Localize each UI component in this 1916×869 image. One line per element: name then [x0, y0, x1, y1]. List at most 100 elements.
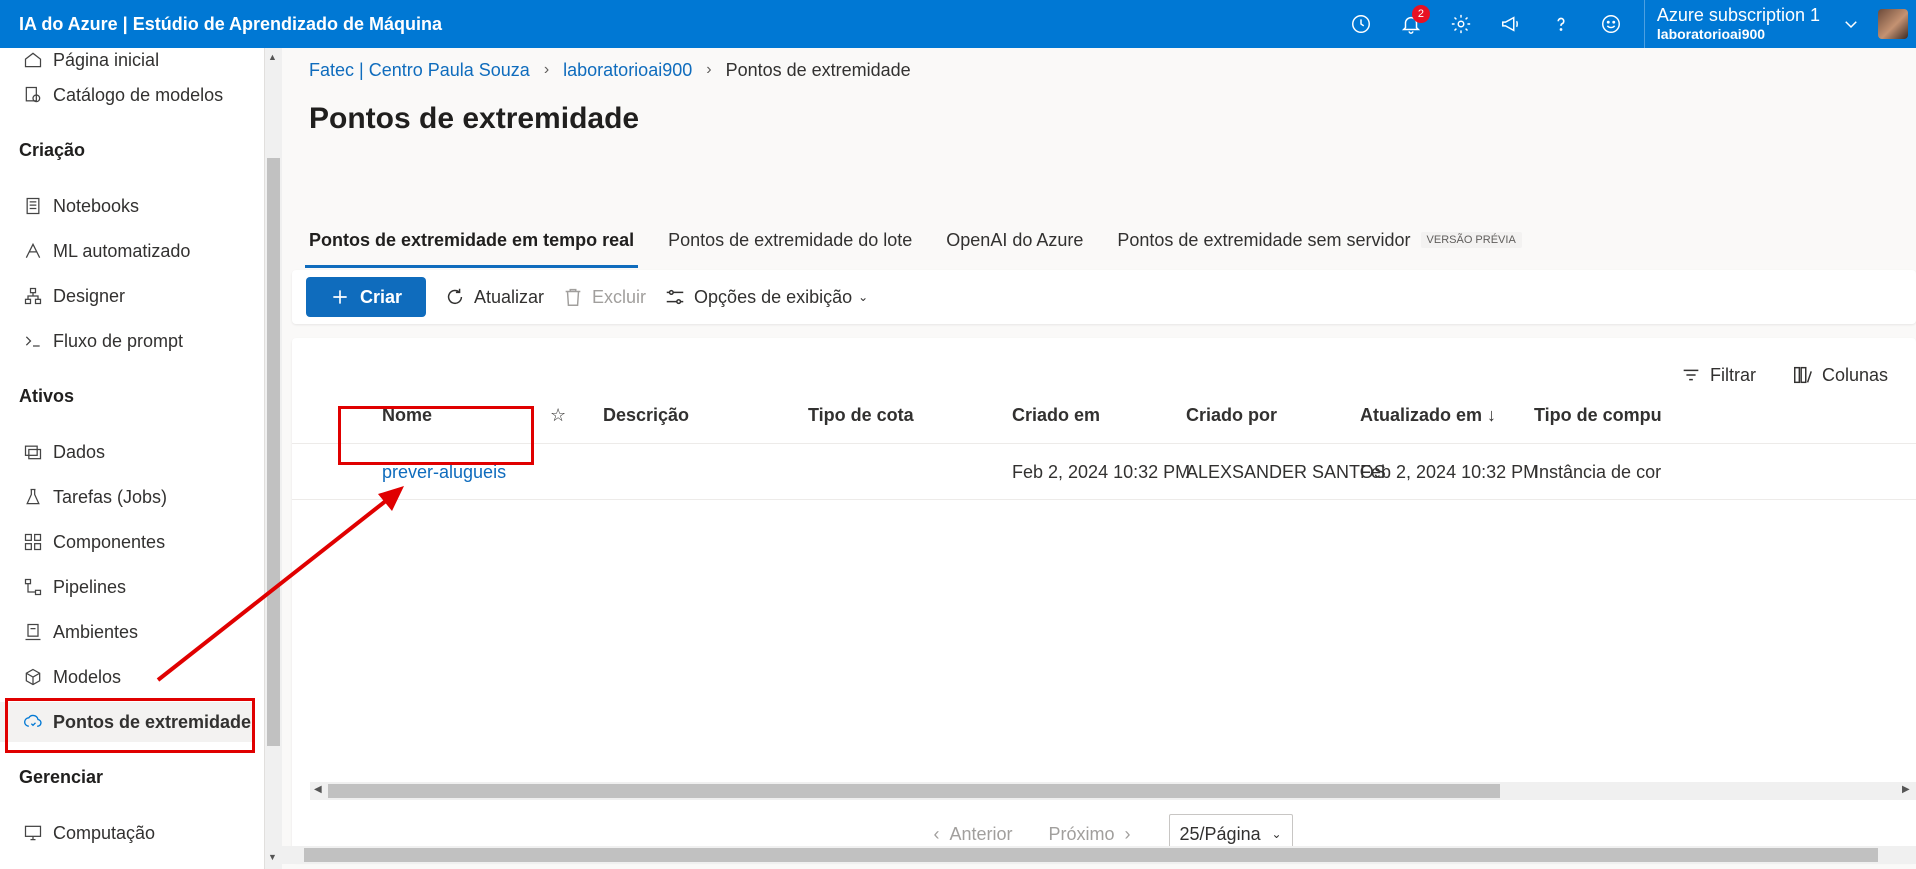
data-icon: [20, 441, 46, 463]
column-header-description[interactable]: Descrição: [603, 388, 689, 443]
breadcrumb-org[interactable]: Fatec | Centro Paula Souza: [309, 60, 530, 81]
sidebar-item-pipelines[interactable]: Pipelines: [0, 567, 255, 607]
sidebar-item-label: Dados: [53, 441, 106, 462]
account-switcher[interactable]: Azure subscription 1 laboratorioai900: [1643, 0, 1834, 48]
sidebar-item-components[interactable]: Componentes: [0, 522, 255, 562]
refresh-icon: [447, 288, 463, 305]
tab-realtime[interactable]: Pontos de extremidade em tempo real: [304, 218, 639, 268]
column-header-updated-on[interactable]: Atualizado em ↓: [1360, 388, 1496, 443]
chevron-right-icon: ›: [1124, 823, 1131, 844]
top-bar: IA do Azure | Estúdio de Aprendizado de …: [0, 0, 1916, 48]
delete-button[interactable]: Excluir: [562, 277, 646, 317]
tab-label: Pontos de extremidade sem servidor: [1117, 230, 1411, 250]
create-button[interactable]: Criar: [306, 277, 426, 317]
columns-icon: [1793, 366, 1812, 384]
sidebar-item-prompt-flow[interactable]: Fluxo de prompt: [0, 321, 255, 361]
previous-label: Anterior: [949, 823, 1013, 844]
view-options-label: Opções de exibição: [694, 286, 853, 307]
tab-serverless[interactable]: Pontos de extremidade sem servidor VERSÃO…: [1117, 218, 1522, 268]
tab-azure-openai[interactable]: OpenAI do Azure: [946, 218, 1083, 268]
trash-icon: [565, 288, 581, 306]
breadcrumb-current: Pontos de extremidade: [725, 59, 911, 80]
refresh-button[interactable]: Atualizar: [444, 277, 544, 317]
section-create: Criação: [19, 140, 86, 160]
sidebar-item-model-catalog[interactable]: Catálogo de modelos: [0, 75, 255, 115]
feedback-icon[interactable]: [1486, 0, 1536, 48]
settings-icon[interactable]: [1436, 0, 1486, 48]
flask-icon: [20, 486, 46, 508]
toolbar: Criar Atualizar Excluir Opções de exibiç…: [292, 270, 1916, 324]
help-icon[interactable]: [1536, 0, 1586, 48]
table-header: Nome ☆ Descrição Tipo de cota Criado em …: [292, 388, 1916, 444]
scroll-up-icon[interactable]: ▲: [268, 52, 277, 62]
tab-label: Pontos de extremidade do lote: [668, 230, 913, 250]
star-icon[interactable]: ☆: [550, 388, 566, 443]
chevron-down-icon: ⌄: [1271, 827, 1282, 841]
scroll-left-icon[interactable]: ◀: [314, 784, 322, 795]
sidebar-item-label: Catálogo de modelos: [53, 84, 224, 105]
notification-badge: 2: [1411, 5, 1430, 23]
column-header-created-by[interactable]: Criado por: [1186, 388, 1277, 443]
panel-actions: Filtrar Colunas: [1680, 364, 1888, 386]
history-icon[interactable]: [1336, 0, 1386, 48]
avatar[interactable]: [1878, 9, 1908, 39]
designer-icon: [20, 285, 46, 307]
main-scrollbar-thumb[interactable]: [304, 848, 1878, 862]
breadcrumb-workspace[interactable]: laboratorioai900: [563, 60, 692, 81]
table-scrollbar-thumb[interactable]: [328, 784, 1500, 798]
columns-button[interactable]: Colunas: [1792, 364, 1888, 386]
sidebar-item-label: Componentes: [53, 531, 166, 552]
home-icon: [20, 49, 46, 71]
scroll-right-icon[interactable]: ▶: [1902, 784, 1910, 795]
columns-label: Colunas: [1821, 364, 1888, 385]
scroll-down-icon[interactable]: ▼: [268, 852, 277, 862]
tab-label: OpenAI do Azure: [946, 230, 1084, 250]
sidebar-item-jobs[interactable]: Tarefas (Jobs): [0, 477, 255, 517]
app-title[interactable]: IA do Azure | Estúdio de Aprendizado de …: [0, 14, 442, 35]
sidebar-item-label: Pipelines: [53, 576, 127, 597]
sidebar-item-label: Página inicial: [53, 49, 160, 70]
view-options-button[interactable]: Opções de exibição ⌄: [664, 277, 868, 317]
column-header-created-on[interactable]: Criado em: [1012, 388, 1100, 443]
chevron-right-icon: ›: [543, 61, 550, 78]
filter-label: Filtrar: [1709, 364, 1756, 385]
sidebar-item-compute[interactable]: Computação: [0, 813, 255, 853]
sidebar-item-environments[interactable]: Ambientes: [0, 612, 255, 652]
sidebar-scrollbar-thumb[interactable]: [267, 158, 280, 746]
smiley-icon[interactable]: [1586, 0, 1636, 48]
filter-button[interactable]: Filtrar: [1680, 364, 1756, 386]
environment-icon: [20, 621, 46, 643]
annotation-box-endpoint: [338, 406, 534, 465]
annotation-box-sidebar: [5, 698, 255, 753]
sidebar-item-models[interactable]: Modelos: [0, 657, 255, 697]
sidebar-item-notebooks[interactable]: Notebooks: [0, 186, 255, 226]
sidebar-item-label: Computação: [53, 822, 156, 843]
column-header-quota-type[interactable]: Tipo de cota: [808, 388, 914, 443]
pipeline-icon: [20, 576, 46, 598]
previous-page-button[interactable]: ‹ Anterior: [933, 824, 1012, 845]
notifications-icon[interactable]: 2: [1386, 0, 1436, 48]
column-header-compute-type[interactable]: Tipo de compu: [1534, 388, 1916, 443]
table-row[interactable]: prever-alugueis Feb 2, 2024 10:32 PM ALE…: [292, 445, 1916, 500]
top-actions: 2 Azure subscription 1 laboratorioai900: [1336, 0, 1916, 48]
notebook-icon: [20, 195, 46, 217]
page-size-value: 25/Página: [1179, 823, 1261, 844]
cell-created-by: ALEXSANDER SANTOS: [1186, 461, 1386, 482]
refresh-button-label: Atualizar: [474, 286, 545, 307]
delete-button-label: Excluir: [592, 286, 647, 307]
next-page-button[interactable]: Próximo ›: [1049, 824, 1131, 845]
next-label: Próximo: [1048, 823, 1115, 844]
chevron-right-icon: ›: [706, 61, 712, 78]
cell-created-on: Feb 2, 2024 10:32 PM: [1012, 461, 1191, 482]
model-icon: [20, 666, 46, 688]
tab-batch[interactable]: Pontos de extremidade do lote: [668, 218, 912, 268]
sidebar-item-automl[interactable]: ML automatizado: [0, 231, 255, 271]
create-button-label: Criar: [359, 286, 403, 307]
sidebar-item-label: Modelos: [53, 666, 122, 687]
sidebar-item-label: Notebooks: [53, 195, 140, 216]
sidebar-item-data[interactable]: Dados: [0, 432, 255, 472]
cell-updated-on: Feb 2, 2024 10:32 PM: [1360, 461, 1539, 482]
sidebar-item-designer[interactable]: Designer: [0, 276, 255, 316]
chevron-down-icon[interactable]: [1834, 0, 1868, 48]
sidebar-item-label: Ambientes: [53, 621, 139, 642]
